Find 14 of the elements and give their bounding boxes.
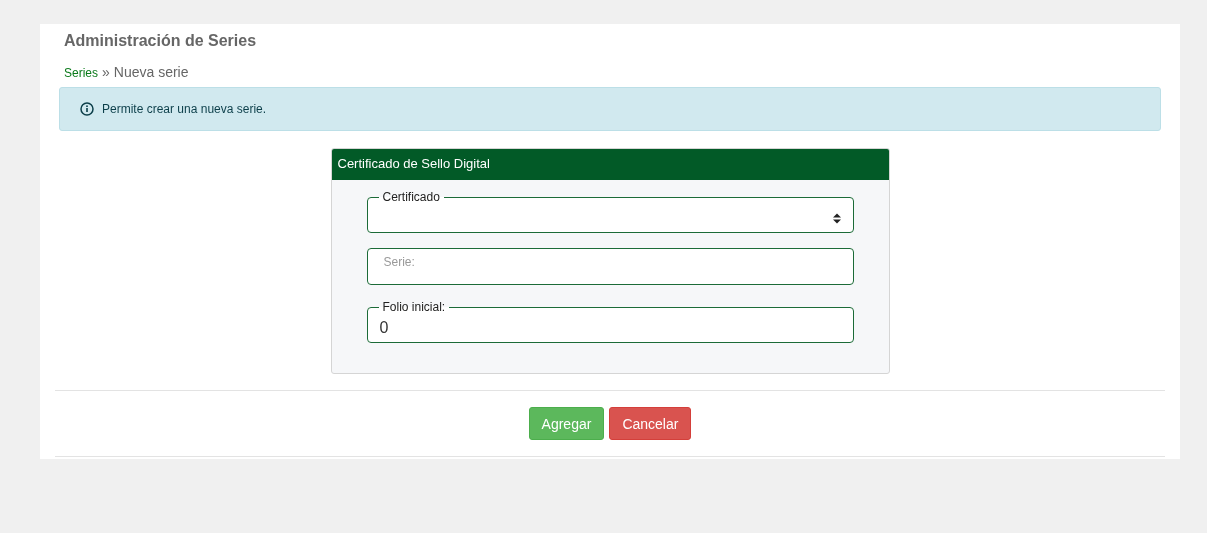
page-title: Administración de Series [64, 32, 258, 50]
breadcrumb-link[interactable]: Series [64, 66, 98, 80]
breadcrumb-current: Nueva serie [113, 64, 189, 80]
breadcrumb-separator: » [102, 64, 110, 80]
field-label: Folio inicial: [381, 300, 447, 314]
sort-caret-icon [832, 212, 841, 224]
field-label: Certificado [381, 190, 441, 204]
text-input[interactable]: 0 [377, 314, 843, 342]
info-icon [80, 102, 94, 116]
select-field[interactable]: Certificado [366, 190, 854, 233]
cancel-button[interactable]: Cancelar [609, 407, 692, 440]
card-title: Certificado de Sello Digital [331, 149, 889, 180]
alert-text: Permite crear una nueva serie. [102, 102, 267, 116]
input-field[interactable]: Folio inicial: 0 [366, 300, 854, 343]
